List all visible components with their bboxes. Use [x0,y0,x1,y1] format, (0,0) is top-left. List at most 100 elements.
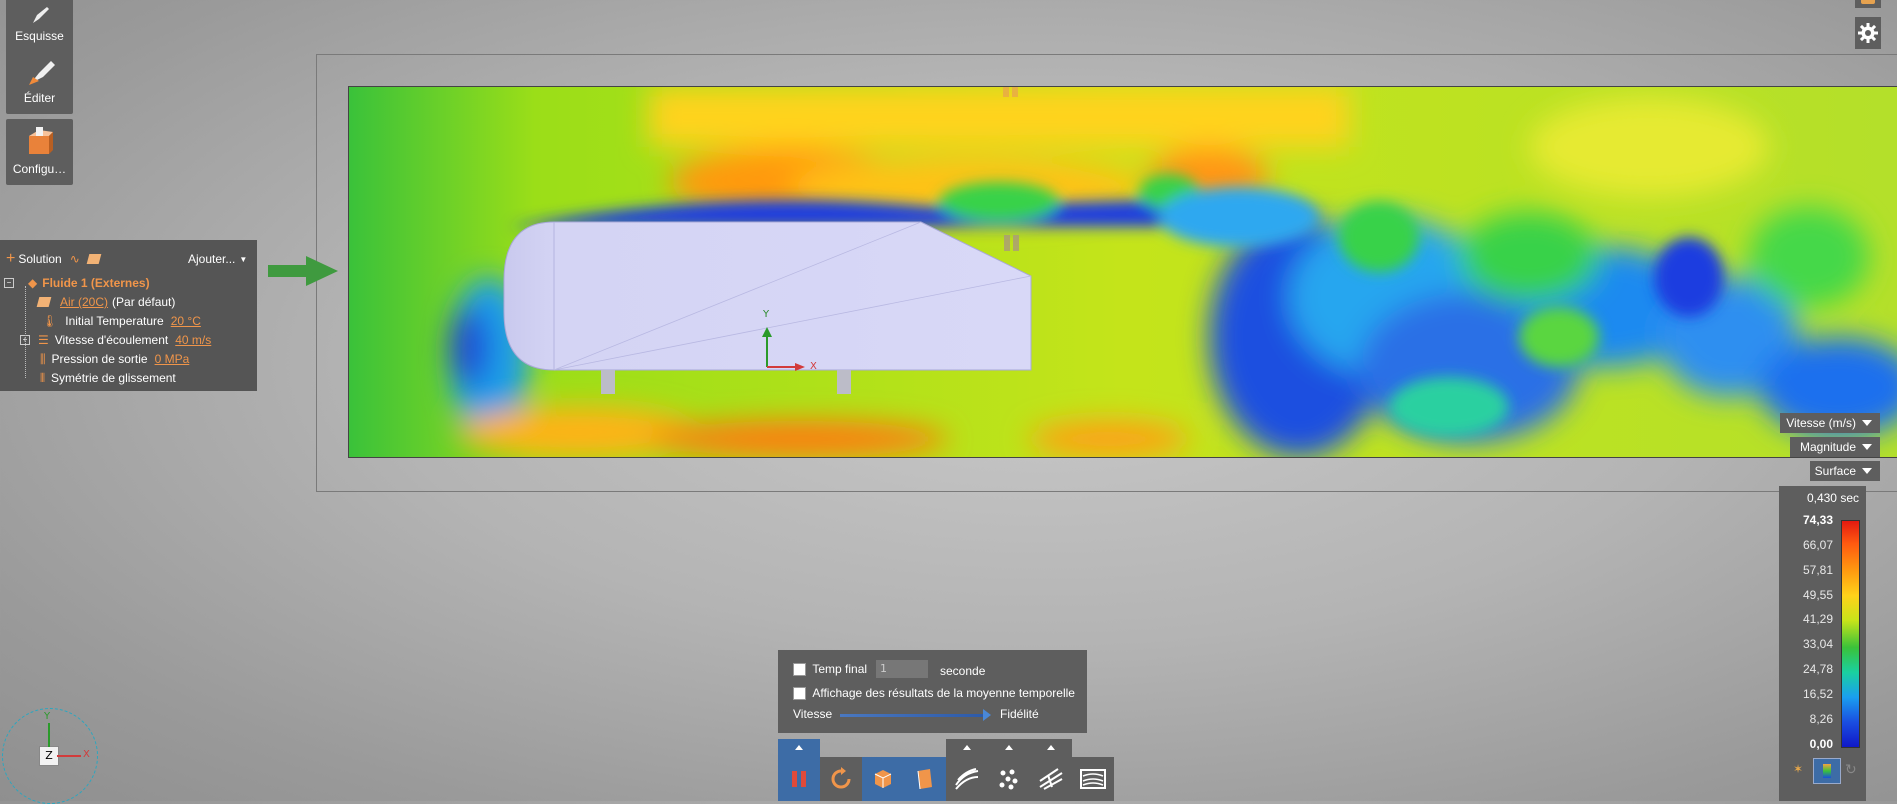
plane-button[interactable] [904,757,946,801]
chevron-down-icon [1862,468,1872,474]
edit-button[interactable]: Éditer [6,48,73,114]
display-dropdown[interactable]: Surface [1810,461,1880,481]
chevron-up-icon [963,745,971,750]
time-average-checkbox[interactable] [793,687,806,701]
config-icon [28,127,53,154]
chevron-up-icon [1005,745,1013,750]
legend-min: 0,00 [1809,737,1833,751]
particles-button[interactable] [988,757,1030,801]
sketch-button[interactable]: Esquisse [6,0,73,52]
reset-icon[interactable]: ↻ [1845,762,1857,778]
symmetry-row[interactable]: ⫴ Symétrie de glissement [40,369,176,387]
velocity-label: Vitesse d'écoulement [54,333,169,347]
speed-fidelity-slider[interactable] [840,714,987,717]
time-average-label: Affichage des résultats de la moyenne te… [812,686,1075,700]
light-icon[interactable]: ✶ [1791,762,1805,776]
velocity-contour [349,87,1897,457]
config-button[interactable]: Configu… [6,119,73,185]
legend-toggle-button[interactable] [1813,758,1841,784]
cube-icon [874,770,892,788]
legend-value: 16,52 [1802,687,1833,701]
pressure-row[interactable]: ⫼ Pression de sortie 0 MPa [40,350,189,368]
material-row[interactable]: Air (20C) (Par défaut) [36,293,175,311]
y-axis-icon [48,723,50,747]
wall-icon [1080,769,1106,789]
material-icon [86,254,102,264]
restart-button[interactable] [820,757,862,801]
legend-max: 74,33 [1802,513,1833,527]
final-time-checkbox[interactable] [793,663,806,677]
final-time-input[interactable]: 1 [876,660,928,678]
traces-tab[interactable] [946,739,988,757]
inflow-arrow-icon [268,256,338,286]
streamlines-tab[interactable] [1030,739,1072,757]
display-toggle-button[interactable] [1855,0,1881,8]
collapse-icon[interactable]: − [4,278,14,288]
legend-value: 57,81 [1802,563,1833,577]
thermometer-icon: 🌡︎ [42,314,58,328]
waveform-icon: ∿ [69,252,80,266]
chevron-down-icon: ▼ [239,254,248,264]
time-readout: 0,430 sec [1806,491,1859,505]
streamlines-button[interactable] [1030,757,1072,801]
streamlines-icon [1039,768,1063,790]
symmetry-label: Symétrie de glissement [51,371,176,385]
play-tab[interactable] [778,739,820,757]
legend-value: 33,04 [1802,637,1833,651]
plane-icon [917,769,932,790]
temperature-row[interactable]: 🌡︎ Initial Temperature 20 °C [42,312,201,330]
velocity-icon: ☰ [38,333,49,347]
view-cube-face[interactable]: Z [39,746,59,766]
config-label: Configu… [12,162,67,176]
slider-left-label: Vitesse [793,707,833,721]
traces-button[interactable] [946,757,988,801]
pressure-icon: ⫼ [40,351,46,366]
wall-calc-button[interactable] [1072,757,1114,801]
pressure-value-link[interactable]: 0 MPa [155,352,190,366]
slider-right-label: Fidélité [1000,707,1039,721]
settings-button[interactable] [1855,17,1881,49]
fluid-label: Fluide 1 (Externes) [42,276,150,290]
slider-handle[interactable] [983,709,991,721]
legend-value: 49,55 [1802,588,1833,602]
time-average-row: Affichage des résultats de la moyenne te… [793,686,1075,701]
restart-icon [831,767,851,789]
final-time-unit: seconde [940,664,986,678]
edit-icon [28,61,55,85]
quantity-dropdown[interactable]: Vitesse (m/s) [1780,413,1880,433]
color-scale-bar [1841,520,1860,748]
final-time-label: Temp final [812,662,868,676]
geometry-button[interactable] [862,757,904,801]
color-legend: 0,430 sec 74,33 66,07 57,81 49,55 41,29 … [1779,486,1866,801]
chevron-up-icon [1047,745,1055,750]
fluid-icon: ◆ [28,276,38,290]
velocity-row[interactable]: + ☰ Vitesse d'écoulement 40 m/s [20,331,211,349]
solution-node[interactable]: + Solution ∿ [6,250,102,268]
symmetry-icon: ⫴ [40,370,46,385]
chevron-down-icon [1862,444,1872,450]
legend-value: 41,29 [1802,612,1833,626]
gear-icon [1858,23,1878,43]
velocity-value-link[interactable]: 40 m/s [175,333,211,347]
pressure-label: Pression de sortie [51,352,148,366]
tree-line [25,286,27,378]
material-value-link[interactable]: Air (20C) [60,295,108,309]
final-time-row: Temp final [793,662,868,677]
view-x-label: X [83,749,90,760]
legend-value: 8,26 [1809,712,1833,726]
sketch-label: Esquisse [15,29,64,43]
chevron-up-icon [795,745,803,750]
component-dropdown[interactable]: Magnitude [1790,437,1880,457]
origin-y-label: Y [763,309,770,320]
simulation-toolbar [778,739,1114,801]
view-cube[interactable]: Z Y X [2,708,98,804]
particles-tab[interactable] [988,739,1030,757]
temperature-value-link[interactable]: 20 °C [171,314,201,328]
temperature-label: Initial Temperature [65,314,164,328]
velocity-field-view[interactable]: Y X [348,86,1897,458]
pause-button[interactable] [778,757,820,801]
add-dropdown[interactable]: Ajouter... ▼ [188,250,247,268]
display-value: Surface [1814,464,1856,478]
pause-icon [792,771,806,787]
view-y-label: Y [44,711,51,722]
